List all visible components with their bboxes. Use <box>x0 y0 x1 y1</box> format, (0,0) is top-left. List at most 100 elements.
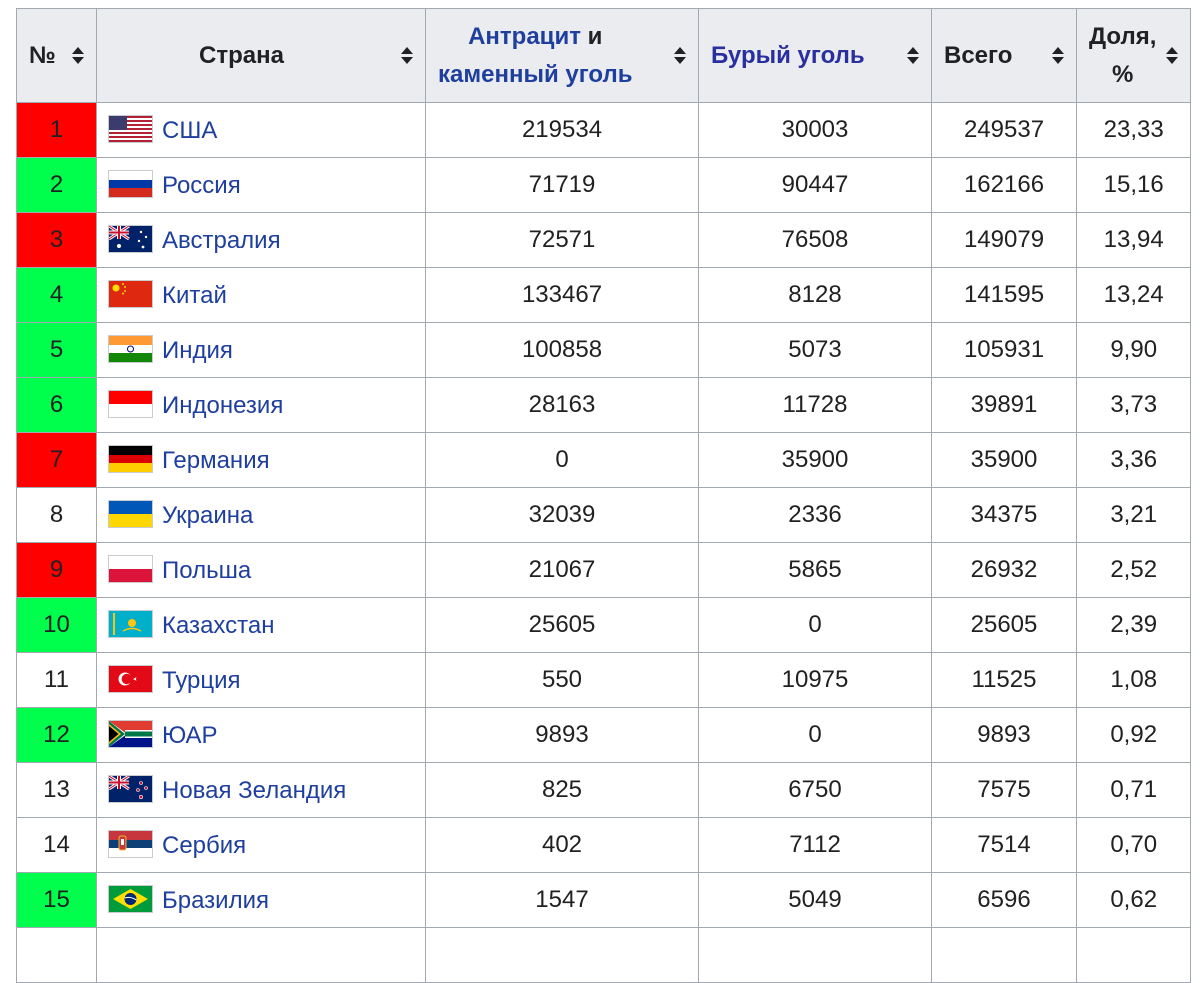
country-link[interactable]: Китай <box>162 282 227 309</box>
ukraine-flag-icon[interactable] <box>109 500 152 527</box>
sort-icon[interactable] <box>907 47 919 64</box>
lignite-value: 2336 <box>788 501 842 528</box>
anthracite-cell: 28163 <box>425 377 699 433</box>
country-cell: Германия <box>96 432 426 488</box>
anthracite-value: 71719 <box>528 171 596 198</box>
rank-value: 13 <box>43 776 70 803</box>
kazakhstan-flag-icon[interactable] <box>109 610 152 637</box>
share-header-line1: Доля, <box>1089 22 1157 50</box>
country-link[interactable]: Польша <box>162 557 251 584</box>
total-value: 25605 <box>970 611 1038 638</box>
lignite-cell: 6750 <box>698 762 932 818</box>
country-link[interactable]: Бразилия <box>162 887 269 914</box>
lignite-cell: 8128 <box>698 267 932 323</box>
new-zealand-flag-icon[interactable] <box>109 775 152 802</box>
sort-icon[interactable] <box>401 47 413 64</box>
table-row: 8 Украина 32039 2336 34375 3,21 <box>16 487 1192 543</box>
serbia-flag-icon[interactable] <box>109 830 152 857</box>
share-cell: 3,73 <box>1075 377 1192 433</box>
rank-cell: 12 <box>16 707 97 763</box>
total-cell: 26932 <box>931 542 1077 598</box>
lignite-column-header[interactable]: Бурый уголь <box>698 8 932 103</box>
sort-icon[interactable] <box>674 47 686 64</box>
rank-value: 8 <box>49 501 64 528</box>
country-cell: Казахстан <box>96 597 426 653</box>
share-cell: 13,24 <box>1075 267 1192 323</box>
country-cell: Индонезия <box>96 377 426 433</box>
share-header-line2: % <box>1112 60 1134 88</box>
country-link[interactable]: Сербия <box>162 832 246 859</box>
rank-value: 4 <box>49 281 64 308</box>
anthracite-value: 825 <box>541 776 583 803</box>
rank-value: 15 <box>43 886 70 913</box>
russia-flag-icon[interactable] <box>109 170 152 197</box>
rank-cell: 6 <box>16 377 97 433</box>
rank-cell: 9 <box>16 542 97 598</box>
lignite-cell: 0 <box>698 707 932 763</box>
share-column-header[interactable]: Доля, % <box>1075 8 1192 103</box>
brazil-flag-icon[interactable] <box>109 885 152 912</box>
rank-cell: 10 <box>16 597 97 653</box>
india-flag-icon[interactable] <box>109 335 152 362</box>
total-value: 249537 <box>963 116 1045 143</box>
south-africa-flag-icon[interactable] <box>109 720 152 747</box>
total-value: 11525 <box>971 666 1037 693</box>
table-row: 2 Россия 71719 90447 162166 15,16 <box>16 157 1192 213</box>
rank-column-header[interactable]: № <box>16 8 97 103</box>
country-cell: ЮАР <box>96 707 426 763</box>
empty-cell <box>698 927 932 983</box>
share-cell: 0,70 <box>1075 817 1192 873</box>
country-link[interactable]: Казахстан <box>162 612 274 639</box>
anthracite-cell: 71719 <box>425 157 699 213</box>
rank-value: 12 <box>43 721 70 748</box>
lignite-cell: 2336 <box>698 487 932 543</box>
country-link[interactable]: Россия <box>162 172 241 199</box>
anthracite-column-header[interactable]: Антрацит и каменный уголь <box>425 8 699 103</box>
sort-icon[interactable] <box>72 47 84 64</box>
coal-reserves-table: № Страна Антрацит и каменный уголь Бурый… <box>16 8 1192 983</box>
lignite-cell: 11728 <box>698 377 932 433</box>
anthracite-cell: 133467 <box>425 267 699 323</box>
table-row: 3 Австралия 72571 76508 149079 13,94 <box>16 212 1192 268</box>
country-column-header[interactable]: Страна <box>96 8 426 103</box>
usa-flag-icon[interactable] <box>109 115 152 142</box>
anthracite-cell: 219534 <box>425 102 699 158</box>
share-value: 15,16 <box>1103 171 1164 198</box>
china-flag-icon[interactable] <box>109 280 152 307</box>
country-link[interactable]: Индонезия <box>162 392 283 419</box>
country-link[interactable]: ЮАР <box>162 722 217 749</box>
country-link[interactable]: Украина <box>162 502 253 529</box>
share-value: 3,21 <box>1110 501 1158 528</box>
turkey-flag-icon[interactable] <box>109 665 152 692</box>
sort-icon[interactable] <box>1166 47 1179 64</box>
australia-flag-icon[interactable] <box>109 225 152 252</box>
country-link[interactable]: Австралия <box>162 227 281 254</box>
indonesia-flag-icon[interactable] <box>109 390 152 417</box>
anthracite-value: 0 <box>555 446 569 473</box>
hard-coal-link[interactable]: каменный уголь <box>438 61 632 88</box>
lignite-value: 10975 <box>781 666 849 693</box>
rank-cell: 8 <box>16 487 97 543</box>
country-link[interactable]: Турция <box>162 667 241 694</box>
anthracite-link[interactable]: Антрацит <box>468 23 581 50</box>
total-cell: 25605 <box>931 597 1077 653</box>
rank-value: 11 <box>44 666 69 693</box>
lignite-cell: 90447 <box>698 157 932 213</box>
total-value: 34375 <box>970 501 1038 528</box>
poland-flag-icon[interactable] <box>109 555 152 582</box>
anthracite-cell: 1547 <box>425 872 699 928</box>
country-link[interactable]: США <box>162 117 217 144</box>
germany-flag-icon[interactable] <box>109 445 152 472</box>
country-cell: США <box>96 102 426 158</box>
total-column-header[interactable]: Всего <box>931 8 1077 103</box>
country-link[interactable]: Новая Зеландия <box>162 777 346 804</box>
lignite-link[interactable]: Бурый уголь <box>711 37 865 75</box>
anthracite-cell: 825 <box>425 762 699 818</box>
country-cell: Индия <box>96 322 426 378</box>
rank-value: 10 <box>43 611 70 638</box>
country-link[interactable]: Германия <box>162 447 270 474</box>
anthracite-value: 25605 <box>528 611 596 638</box>
country-link[interactable]: Индия <box>162 337 233 364</box>
sort-icon[interactable] <box>1052 47 1064 64</box>
total-cell: 7514 <box>931 817 1077 873</box>
